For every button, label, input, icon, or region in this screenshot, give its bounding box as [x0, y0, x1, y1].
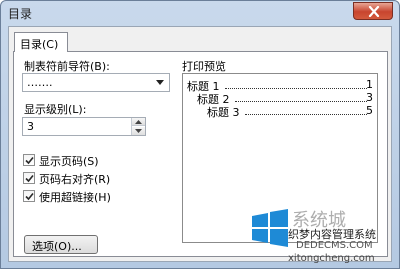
options-button-label: 选项(O)... — [32, 240, 82, 253]
levels-value: 3 — [27, 120, 34, 133]
leader-select[interactable]: ……. — [22, 73, 170, 92]
tab-toc[interactable]: 目录(C) — [14, 32, 68, 52]
checkmark-icon — [25, 174, 34, 183]
preview-entry-page: 3 — [366, 91, 373, 104]
spin-up-button[interactable] — [132, 118, 145, 126]
arrow-up-icon — [135, 120, 142, 124]
checkmark-icon — [25, 192, 34, 201]
leader-value: ……. — [27, 76, 53, 89]
arrow-down-icon — [135, 129, 142, 133]
preview-entry-text: 标题 3 — [207, 106, 240, 119]
hyperlinks-label: 使用超链接(H) — [39, 191, 111, 204]
dot-leader — [245, 113, 367, 115]
levels-spinner[interactable]: 3 — [22, 117, 146, 136]
checkmark-icon — [25, 156, 34, 165]
preview-entry-page: 5 — [366, 104, 373, 117]
watermark-url: DEDECMS.COM — [296, 240, 373, 251]
watermark-url2: xitongcheng.com — [288, 253, 375, 264]
dot-leader — [235, 100, 367, 102]
close-icon — [368, 6, 380, 17]
tab-toc-label: 目录(C) — [20, 38, 59, 51]
leader-label: 制表符前导符(B): — [24, 60, 110, 73]
show-page-numbers-checkbox[interactable] — [23, 154, 35, 166]
dropdown-arrow[interactable] — [152, 74, 169, 91]
right-align-label: 页码右对齐(R) — [39, 173, 111, 186]
levels-label: 显示级别(L): — [24, 103, 87, 116]
preview-entry-page: 1 — [366, 78, 373, 91]
spinner-buttons — [131, 118, 145, 135]
title-bar[interactable]: 目录 — [1, 1, 399, 25]
window-title: 目录 — [8, 7, 33, 21]
preview-entry: 标题 1 1 — [183, 78, 377, 93]
chevron-down-icon — [156, 80, 164, 85]
spin-down-button[interactable] — [132, 127, 145, 135]
close-button[interactable] — [353, 2, 393, 20]
preview-entry: 标题 3 5 — [183, 104, 377, 119]
watermark: 系统城 织梦内容管理系统 DEDECMS.COM xitongcheng.com — [236, 196, 400, 269]
options-button[interactable]: 选项(O)... — [24, 235, 98, 254]
dot-leader — [225, 87, 367, 89]
hyperlinks-checkbox[interactable] — [23, 190, 35, 202]
windows-logo-icon — [252, 209, 288, 247]
show-page-numbers-label: 显示页码(S) — [39, 155, 99, 168]
right-align-checkbox[interactable] — [23, 172, 35, 184]
preview-label: 打印预览 — [182, 60, 226, 73]
preview-entry: 标题 2 3 — [183, 91, 377, 106]
